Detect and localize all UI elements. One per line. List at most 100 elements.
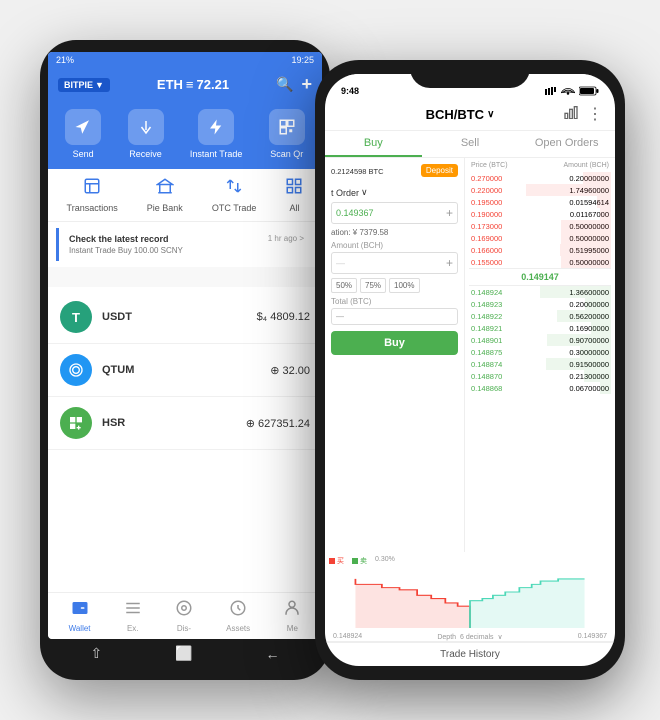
- notif-time: 1 hr ago >: [268, 234, 304, 243]
- qtum-balance: ⊕ 32.00: [270, 364, 310, 377]
- scan-qr-action[interactable]: Scan Qr: [269, 109, 305, 159]
- more-icon[interactable]: ⋮: [587, 104, 603, 124]
- depth-controls: Depth 6 decimals ∨: [437, 633, 502, 641]
- table-row: 0.1489220.56200000: [469, 310, 611, 322]
- depth-chart: [329, 568, 611, 628]
- usdt-icon: T: [60, 301, 92, 333]
- recent-icon[interactable]: ←: [266, 646, 280, 662]
- notif-subtitle: Instant Trade Buy 100.00 SCNY: [69, 246, 183, 255]
- bottom-nav-assets[interactable]: Assets: [226, 599, 250, 633]
- android-header: BITPIE ▼ ETH ≡ 72.21 🔍 +: [48, 68, 322, 101]
- usdt-name: USDT: [102, 311, 132, 323]
- back-icon[interactable]: ⇧: [90, 645, 102, 662]
- iphone-header: BCH/BTC ∨ ⋮: [325, 100, 615, 131]
- table-row: 0.1900000.01167000: [469, 208, 611, 220]
- wallet-item-hsr[interactable]: HSR ⊕ 627351.24: [48, 397, 322, 450]
- buy-button[interactable]: Buy: [331, 331, 458, 355]
- depth-label: Depth: [437, 634, 456, 641]
- trade-content: 0.2124598 BTC Deposit t Order ∨ 0.149367…: [325, 158, 615, 552]
- transactions-icon: [83, 177, 101, 200]
- pie-bank-nav[interactable]: Pie Bank: [147, 177, 183, 213]
- table-row: 0.1489210.16900000: [469, 322, 611, 334]
- notification-bar: Check the latest record Instant Trade Bu…: [56, 228, 314, 261]
- exchange-nav-icon: [124, 599, 142, 622]
- header-actions: ⋮: [563, 104, 603, 124]
- receive-action[interactable]: Receive: [128, 109, 164, 159]
- otc-trade-nav[interactable]: OTC Trade: [212, 177, 257, 213]
- notif-title: Check the latest record: [69, 234, 183, 244]
- table-row: 0.1488680.06700000: [469, 382, 611, 394]
- qr-icon: [269, 109, 305, 145]
- send-action[interactable]: Send: [65, 109, 101, 159]
- iphone: 9:48 BCH/BTC ∨: [315, 60, 625, 680]
- tab-open-orders[interactable]: Open Orders: [518, 131, 615, 157]
- iphone-notch: [410, 60, 530, 88]
- amount-input[interactable]: — +: [331, 252, 458, 274]
- pct-100-button[interactable]: 100%: [389, 278, 419, 293]
- x-label-left: 0.148924: [333, 633, 362, 641]
- pair-title[interactable]: BCH/BTC ∨: [426, 107, 495, 122]
- transactions-nav[interactable]: Transactions: [67, 177, 118, 213]
- bitpie-logo[interactable]: BITPIE ▼: [58, 78, 110, 92]
- android-status-bar: 21% 19:25: [48, 52, 322, 68]
- wallet-item-qtum[interactable]: QTUM ⊕ 32.00: [48, 344, 322, 397]
- order-type[interactable]: t Order ∨: [331, 187, 458, 198]
- assets-nav-icon: [229, 599, 247, 622]
- pct-label: 0.30%: [375, 556, 395, 566]
- table-row: 0.1950000.01594614: [469, 196, 611, 208]
- order-panel: 0.2124598 BTC Deposit t Order ∨ 0.149367…: [325, 158, 465, 552]
- bottom-nav-me[interactable]: Me: [283, 599, 301, 633]
- tab-sell[interactable]: Sell: [422, 131, 519, 157]
- pct-50-button[interactable]: 50%: [331, 278, 357, 293]
- sell-orders: 0.2700000.20000000 0.2200001.74960000 0.…: [469, 172, 611, 268]
- wallet-item-usdt[interactable]: T USDT $₄ 4809.12: [48, 291, 322, 344]
- all-nav[interactable]: All: [285, 177, 303, 213]
- quick-actions: Send Receive Instant Trade: [48, 101, 322, 169]
- bottom-nav-discover[interactable]: Dis-: [175, 599, 193, 633]
- qtum-icon: [60, 354, 92, 386]
- wallet-left-hsr: HSR: [60, 407, 125, 439]
- wallet-left-usdt: T USDT: [60, 301, 132, 333]
- iphone-status-icons: [545, 86, 599, 96]
- amount-plus-icon[interactable]: +: [446, 256, 453, 270]
- notif-content: Check the latest record Instant Trade Bu…: [69, 234, 183, 255]
- pct-75-button[interactable]: 75%: [360, 278, 386, 293]
- price-plus-icon[interactable]: +: [446, 206, 453, 220]
- hsr-name: HSR: [102, 417, 125, 429]
- lightning-icon: [198, 109, 234, 145]
- decimals-chevron-icon[interactable]: ∨: [498, 633, 503, 641]
- table-row: 0.1550000.50000000: [469, 256, 611, 268]
- android-signal: 21%: [56, 55, 74, 65]
- mid-price: 0.149147: [469, 268, 611, 286]
- chart-legend: 买 卖 0.30%: [329, 556, 611, 566]
- add-icon[interactable]: +: [301, 74, 312, 95]
- bottom-nav: Wallet Ex.: [48, 592, 322, 639]
- deposit-button[interactable]: Deposit: [421, 164, 458, 177]
- price-value: 0.149367: [336, 208, 374, 218]
- me-nav-icon: [283, 599, 301, 622]
- estimation: ation: ¥ 7379.58: [331, 228, 458, 237]
- price-input[interactable]: 0.149367 +: [331, 202, 458, 224]
- orderbook-panel: Price (BTC) Amount (BCH) 0.2700000.20000…: [465, 158, 615, 552]
- chart-icon[interactable]: [563, 105, 579, 124]
- table-row: 0.1489241.36600000: [469, 286, 611, 298]
- ob-price-col: Price (BTC): [471, 162, 508, 169]
- search-icon[interactable]: 🔍: [276, 76, 293, 93]
- trade-history-bar[interactable]: Trade History: [325, 642, 615, 666]
- total-input[interactable]: —: [331, 308, 458, 325]
- hsr-icon: [60, 407, 92, 439]
- home-icon[interactable]: ⬜: [175, 645, 192, 662]
- bottom-nav-wallet[interactable]: Wallet: [69, 599, 91, 633]
- table-row: 0.1489010.90700000: [469, 334, 611, 346]
- iphone-screen: 9:48 BCH/BTC ∨: [325, 74, 615, 666]
- table-row: 0.1730000.50000000: [469, 220, 611, 232]
- balance-info: 0.2124598 BTC: [331, 167, 384, 176]
- android-phone: 21% 19:25 BITPIE ▼ ETH ≡ 72.21 🔍 +: [40, 40, 330, 680]
- tab-buy[interactable]: Buy: [325, 131, 422, 157]
- swap-icon: [225, 177, 243, 200]
- table-row: 0.2200001.74960000: [469, 184, 611, 196]
- android-screen: 21% 19:25 BITPIE ▼ ETH ≡ 72.21 🔍 +: [48, 52, 322, 639]
- bottom-nav-exchange[interactable]: Ex.: [124, 599, 142, 633]
- x-label-right: 0.149367: [578, 633, 607, 641]
- instant-trade-action[interactable]: Instant Trade: [190, 109, 243, 159]
